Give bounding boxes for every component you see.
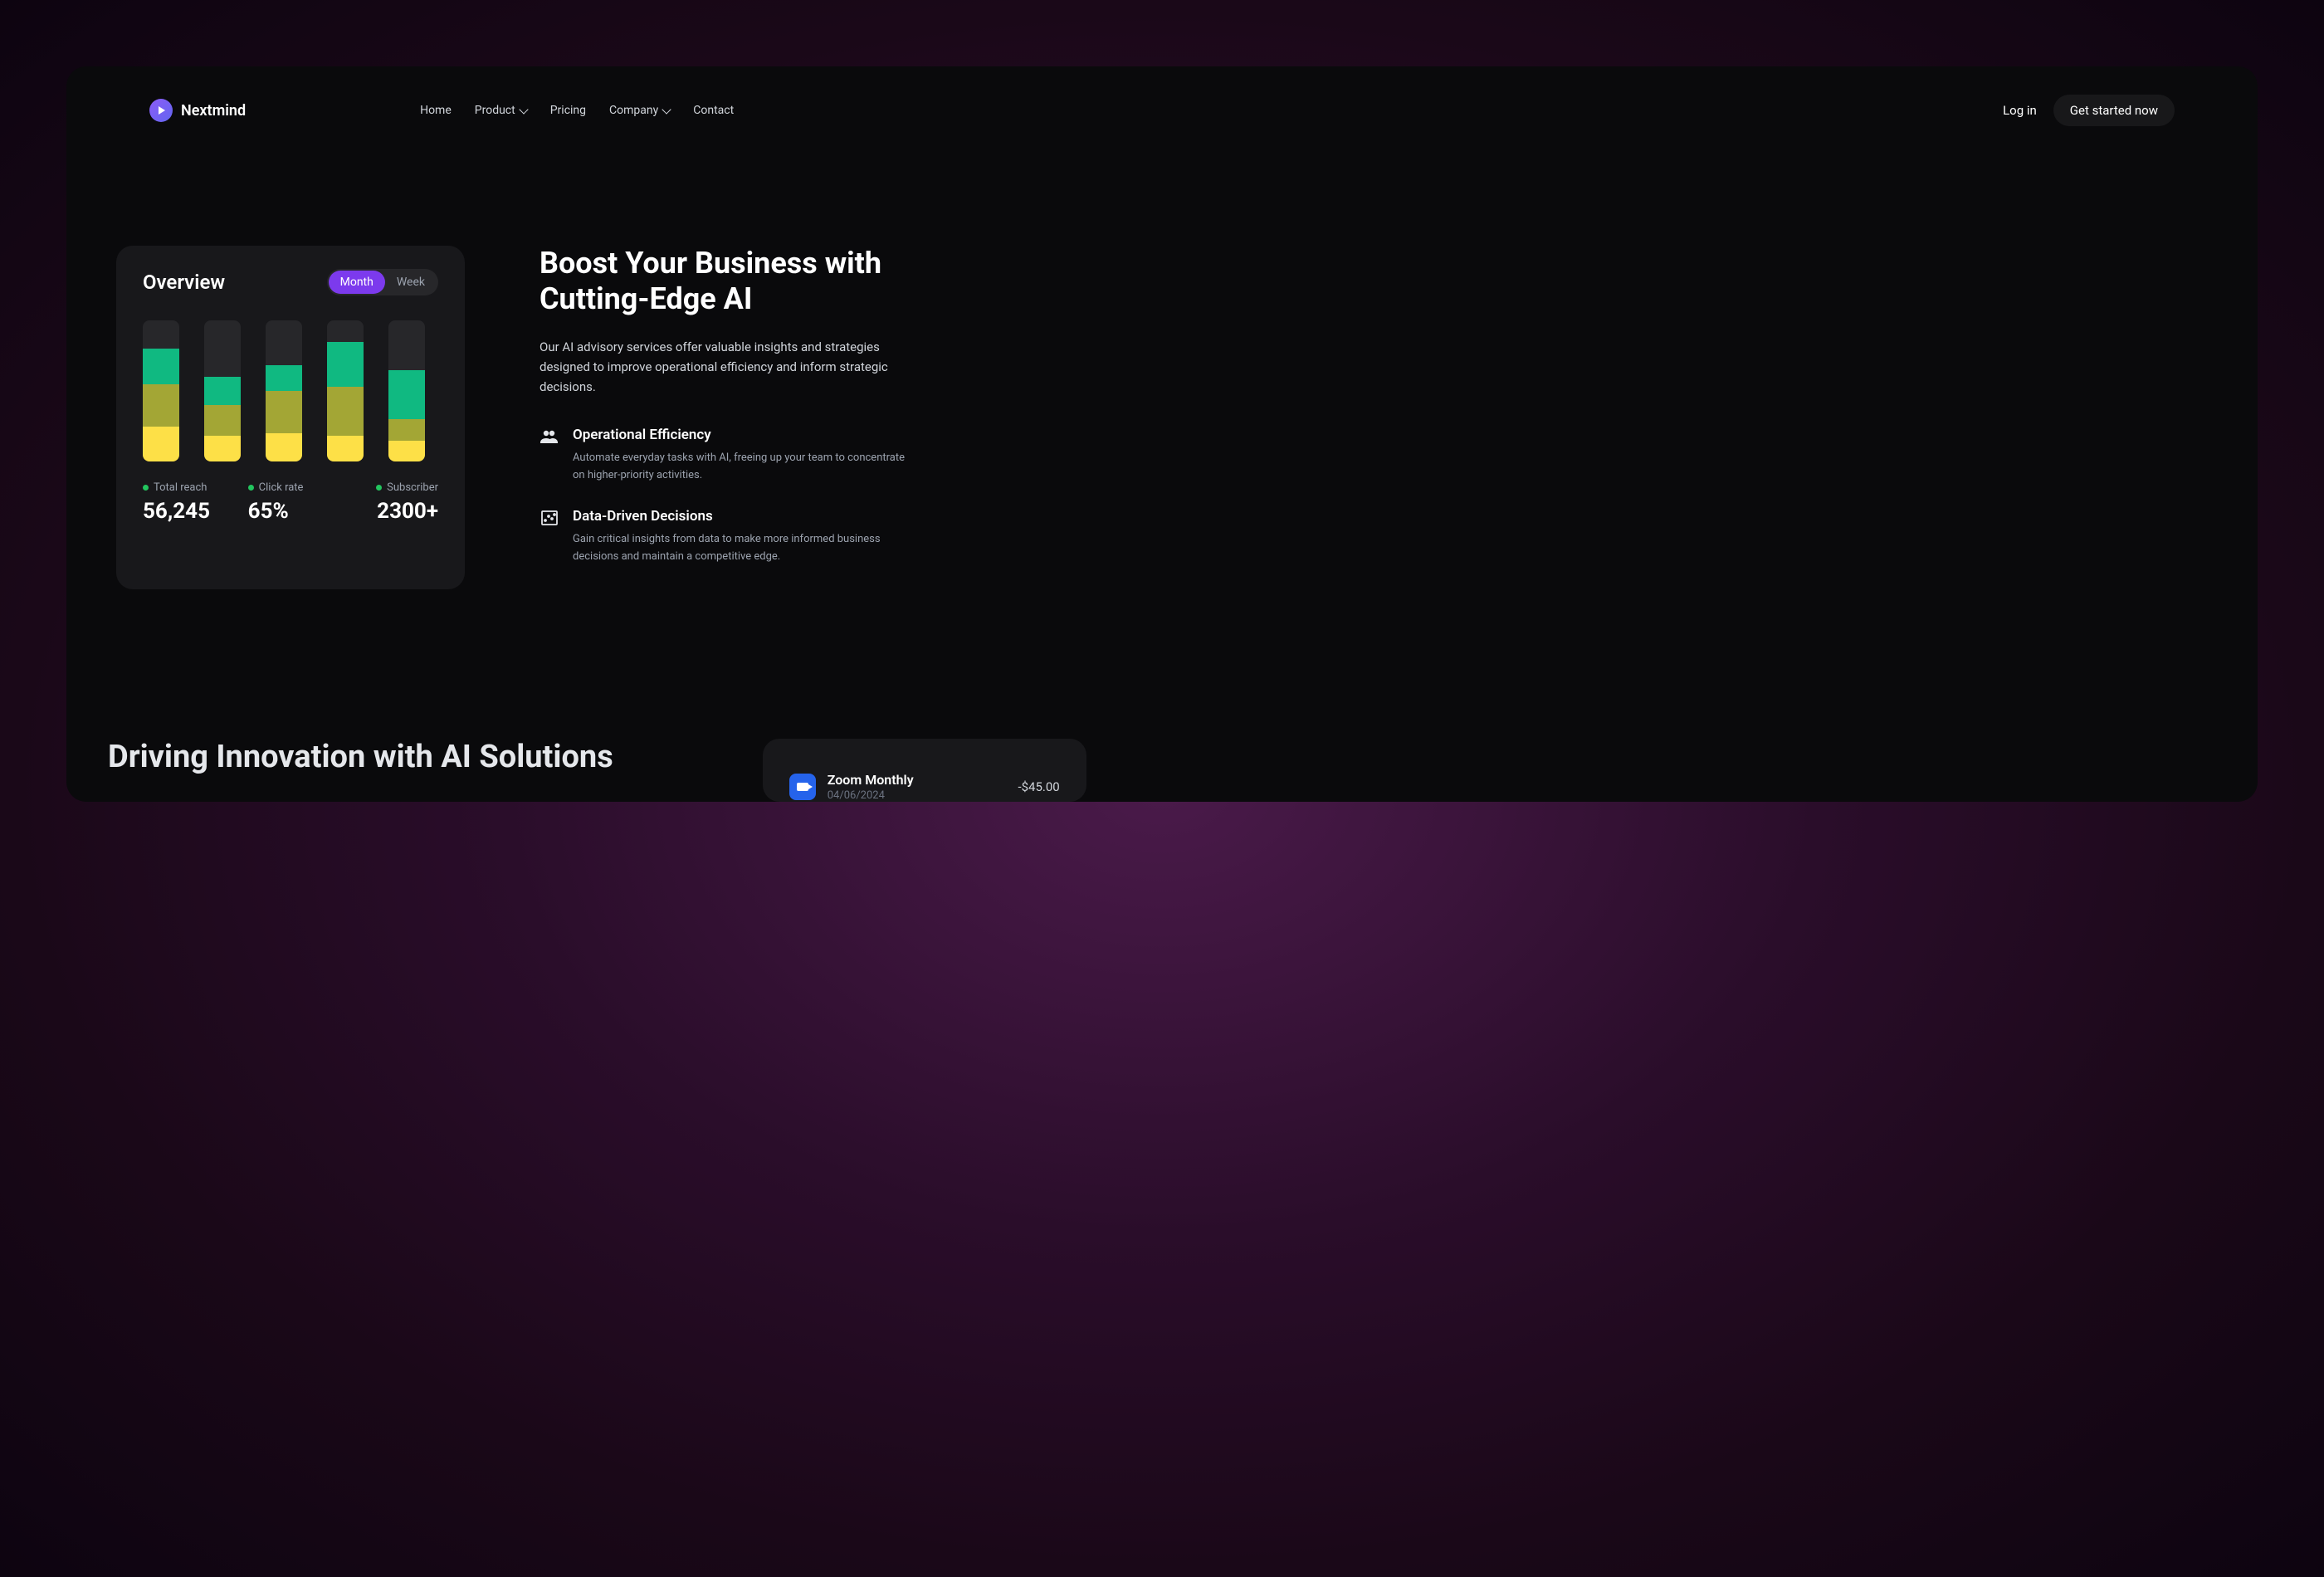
bar-segment <box>204 405 241 436</box>
brand-logo-icon <box>149 99 173 122</box>
feature-data-driven: Data-Driven Decisions Gain critical insi… <box>540 508 913 566</box>
chevron-down-icon <box>519 105 528 114</box>
hero-section: Overview Month Week Total reach 56,245 C… <box>100 138 2224 589</box>
feature-title: Operational Efficiency <box>573 427 913 443</box>
status-dot-icon <box>248 485 254 491</box>
feature-title: Data-Driven Decisions <box>573 508 913 525</box>
transaction-card: Zoom Monthly 04/06/2024 -$45.00 <box>763 739 1086 802</box>
zoom-icon <box>789 774 816 800</box>
bar-segment <box>143 427 179 462</box>
toggle-week[interactable]: Week <box>385 271 437 294</box>
app-window: Nextmind Home Product Pricing Company Co… <box>66 66 2258 802</box>
bar-column <box>266 320 302 461</box>
bar-segment <box>327 387 364 437</box>
brand-name: Nextmind <box>181 102 246 120</box>
transaction-amount: -$45.00 <box>1018 779 1059 794</box>
bar-segment <box>327 342 364 387</box>
bar-segment <box>327 436 364 461</box>
transaction-row: Zoom Monthly 04/06/2024 -$45.00 <box>789 772 1060 802</box>
stats-row: Total reach 56,245 Click rate 65% Subscr… <box>143 481 438 524</box>
bar-segment <box>266 433 302 461</box>
people-icon <box>540 427 559 447</box>
toggle-month[interactable]: Month <box>329 271 385 294</box>
stat-subscriber: Subscriber 2300+ <box>353 481 438 524</box>
transaction-date: 04/06/2024 <box>828 789 1007 802</box>
status-dot-icon <box>143 485 149 491</box>
transaction-name: Zoom Monthly <box>828 772 1007 788</box>
nav-contact[interactable]: Contact <box>693 104 734 117</box>
bar-column <box>327 320 364 461</box>
stat-click-rate: Click rate 65% <box>248 481 334 524</box>
play-icon <box>159 106 165 115</box>
section2-headline: Driving Innovation with AI Solutions <box>108 739 613 802</box>
hero-subhead: Our AI advisory services offer valuable … <box>540 337 913 397</box>
bar-segment <box>266 391 302 433</box>
bar-segment <box>266 365 302 391</box>
bar-segment <box>204 377 241 405</box>
header: Nextmind Home Product Pricing Company Co… <box>100 83 2224 138</box>
overview-title: Overview <box>143 271 225 294</box>
period-toggle: Month Week <box>327 269 438 295</box>
bar-segment <box>204 436 241 461</box>
bar-segment <box>143 349 179 384</box>
stat-total-reach: Total reach 56,245 <box>143 481 228 524</box>
header-actions: Log in Get started now <box>2003 95 2175 126</box>
hero-headline: Boost Your Business with Cutting-Edge AI <box>540 246 913 317</box>
nav-home[interactable]: Home <box>420 104 452 117</box>
login-link[interactable]: Log in <box>2003 103 2037 118</box>
hero-copy: Boost Your Business with Cutting-Edge AI… <box>540 246 913 589</box>
overview-card: Overview Month Week Total reach 56,245 C… <box>116 246 465 589</box>
status-dot-icon <box>376 485 382 491</box>
bar-segment <box>143 384 179 427</box>
get-started-button[interactable]: Get started now <box>2053 95 2175 126</box>
bar-column <box>388 320 425 461</box>
feature-desc: Gain critical insights from data to make… <box>573 531 913 566</box>
chart-icon <box>540 508 559 528</box>
nav-company[interactable]: Company <box>609 104 670 117</box>
bar-segment <box>388 370 425 420</box>
bar-column <box>204 320 241 461</box>
bar-column <box>143 320 179 461</box>
chevron-down-icon <box>662 105 671 114</box>
nav: Home Product Pricing Company Contact <box>420 104 734 117</box>
nav-pricing[interactable]: Pricing <box>550 104 586 117</box>
brand: Nextmind <box>149 99 246 122</box>
feature-operational-efficiency: Operational Efficiency Automate everyday… <box>540 427 913 485</box>
bar-segment <box>388 419 425 441</box>
nav-product[interactable]: Product <box>475 104 527 117</box>
feature-desc: Automate everyday tasks with AI, freeing… <box>573 450 913 485</box>
bar-segment <box>388 441 425 462</box>
overview-header: Overview Month Week <box>143 269 438 295</box>
bar-chart <box>143 320 438 461</box>
section-innovation: Driving Innovation with AI Solutions Zoo… <box>100 589 2224 802</box>
